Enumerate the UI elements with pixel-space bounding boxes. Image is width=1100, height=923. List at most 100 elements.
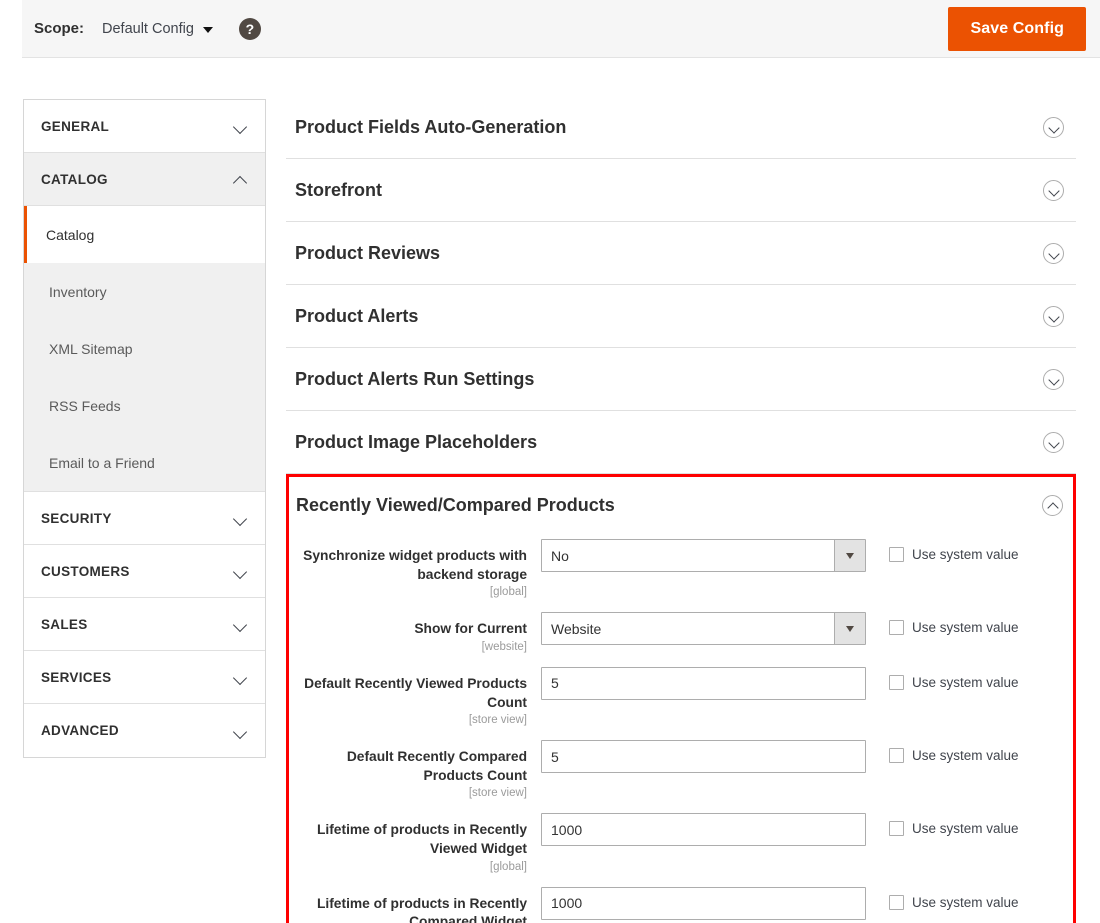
sidebar-item-label: Catalog [46,226,95,243]
chevron-down-icon[interactable] [1043,116,1064,138]
section-header[interactable]: Recently Viewed/Compared Products [289,477,1073,533]
sidebar-section-services[interactable]: SERVICES [24,651,265,704]
field-label-wrap: Default Recently Compared Products Count… [289,740,541,799]
chevron-down-icon[interactable] [1043,242,1064,264]
use-system-value-label: Use system value [912,821,1019,837]
section-title: Product Alerts Run Settings [295,368,535,389]
chevron-down-icon[interactable] [834,613,865,645]
lifetime-recently-viewed-widget-input[interactable] [541,813,866,847]
section-product-alerts-run-settings: Product Alerts Run Settings [286,348,1076,411]
use-system-value-checkbox[interactable] [889,748,904,764]
scope-selector[interactable]: Default Config [102,21,213,37]
sidebar-section-label: GENERAL [41,118,110,134]
help-icon[interactable]: ? [238,17,261,40]
field-label: Synchronize widget products with backend… [303,548,527,582]
chevron-down-icon [202,26,213,33]
chevron-down-icon[interactable] [1043,305,1064,327]
use-system-value-checkbox-row[interactable]: Use system value [866,740,1019,764]
section-title: Product Reviews [295,242,441,263]
sidebar-item-label: XML Sitemap [49,340,133,357]
sidebar-item-rss-feeds[interactable]: RSS Feeds [24,377,265,434]
use-system-value-checkbox-row[interactable]: Use system value [866,667,1019,690]
section-header[interactable]: Product Reviews [286,222,1076,284]
save-config-button[interactable]: Save Config [948,6,1086,51]
chevron-up-icon [234,175,247,183]
section-header[interactable]: Product Fields Auto-Generation [286,96,1076,158]
field-label: Lifetime of products in Recently Compare… [316,895,527,923]
sidebar-section-general[interactable]: GENERAL [24,100,265,153]
chevron-up-icon[interactable] [1042,494,1063,516]
sidebar-item-inventory[interactable]: Inventory [24,263,265,320]
use-system-value-checkbox[interactable] [889,547,904,562]
chevron-down-icon [234,620,247,628]
lifetime-recently-compared-widget-input[interactable] [541,886,866,920]
field-row: Show for Current [website] Website Use s… [289,612,1073,653]
section-header[interactable]: Product Alerts [286,285,1076,347]
sidebar-section-sales[interactable]: SALES [24,598,265,651]
use-system-value-label: Use system value [912,674,1019,690]
use-system-value-label: Use system value [912,547,1019,562]
section-title: Recently Viewed/Compared Products [296,494,615,515]
sidebar-section-label: CATALOG [41,171,108,187]
section-title: Storefront [295,179,382,200]
use-system-value-label: Use system value [912,620,1019,636]
field-control: No [541,539,866,572]
select-value: Website [551,620,602,637]
sidebar-item-xml-sitemap[interactable]: XML Sitemap [24,320,265,377]
section-product-alerts: Product Alerts [286,285,1076,348]
chevron-down-icon[interactable] [1043,368,1064,390]
admin-config-page: Scope: Default Config ? Save Config GENE… [0,0,1100,923]
chevron-down-icon [234,567,247,575]
sidebar-section-security[interactable]: SECURITY [24,492,265,545]
sidebar-section-catalog[interactable]: CATALOG [24,153,265,206]
sidebar-item-email-to-a-friend[interactable]: Email to a Friend [24,434,265,491]
default-recently-viewed-products-count-input[interactable] [541,666,866,700]
sidebar-section-advanced[interactable]: ADVANCED [24,704,265,757]
field-control: Website [541,612,866,646]
field-row: Synchronize widget products with backend… [289,539,1073,598]
sidebar-subnav-catalog: Catalog Inventory XML Sitemap RSS Feeds … [24,206,265,492]
show-for-current-select[interactable]: Website [541,612,866,646]
field-control [541,740,866,774]
use-system-value-checkbox-row[interactable]: Use system value [866,612,1019,636]
section-header[interactable]: Storefront [286,159,1076,221]
use-system-value-checkbox[interactable] [889,821,904,837]
use-system-value-checkbox[interactable] [889,674,904,690]
field-label: Show for Current [414,621,527,637]
field-control [541,886,866,920]
section-header[interactable]: Product Image Placeholders [286,411,1076,473]
field-scope-note: [store view] [468,787,527,800]
section-header[interactable]: Product Alerts Run Settings [286,348,1076,410]
use-system-value-checkbox[interactable] [889,894,904,910]
sidebar-section-label: CUSTOMERS [41,563,130,579]
chevron-down-icon [234,727,247,735]
scope-header-bar: Scope: Default Config ? Save Config [22,0,1100,58]
field-control [541,813,866,847]
select-value: No [551,547,569,564]
chevron-down-icon[interactable] [1043,179,1064,201]
field-row: Default Recently Viewed Products Count [… [289,666,1073,726]
chevron-down-icon [234,514,247,522]
field-row: Lifetime of products in Recently Compare… [289,886,1073,923]
use-system-value-checkbox-row[interactable]: Use system value [866,813,1019,837]
synchronize-widget-products-select[interactable]: No [541,539,866,572]
sidebar-section-label: ADVANCED [41,723,119,738]
scope-selected-value: Default Config [102,20,194,37]
sidebar-item-catalog[interactable]: Catalog [24,206,265,263]
section-fields: Synchronize widget products with backend… [289,533,1073,923]
field-label: Default Recently Viewed Products Count [304,675,527,710]
chevron-down-icon[interactable] [1043,431,1064,453]
chevron-down-icon[interactable] [834,540,865,571]
use-system-value-checkbox-row[interactable]: Use system value [866,539,1019,562]
field-label-wrap: Lifetime of products in Recently Viewed … [289,813,541,872]
config-sidebar: GENERAL CATALOG Catalog Inventory XML Si… [23,99,266,758]
sidebar-section-customers[interactable]: CUSTOMERS [24,545,265,598]
section-product-reviews: Product Reviews [286,222,1076,285]
field-row: Default Recently Compared Products Count… [289,740,1073,799]
use-system-value-checkbox[interactable] [889,620,904,636]
field-scope-note: [global] [489,860,527,873]
use-system-value-checkbox-row[interactable]: Use system value [866,887,1019,910]
sidebar-item-label: Email to a Friend [49,454,155,471]
default-recently-compared-products-count-input[interactable] [541,740,866,774]
sidebar-section-label: SERVICES [41,669,112,685]
